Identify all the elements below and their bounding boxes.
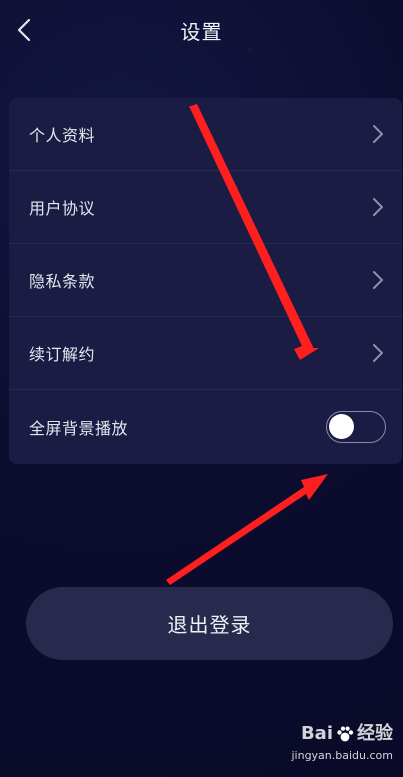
chevron-right-icon xyxy=(373,198,383,216)
settings-item-label: 隐私条款 xyxy=(29,272,96,291)
watermark-url: jingyan.baidu.com xyxy=(291,749,393,762)
settings-item-label: 用户协议 xyxy=(29,199,96,218)
watermark-brand-left: Bai xyxy=(300,723,333,744)
settings-item-label: 个人资料 xyxy=(29,126,96,145)
settings-item-user-agreement[interactable]: 用户协议 xyxy=(9,171,402,244)
paw-icon xyxy=(337,726,354,742)
fullscreen-background-play-toggle[interactable] xyxy=(326,410,386,443)
toggle-knob xyxy=(329,413,354,439)
settings-list: 个人资料 用户协议 隐私条款 续订解约 全屏背景播放 xyxy=(9,98,402,464)
settings-item-subscription-cancel[interactable]: 续订解约 xyxy=(9,317,402,390)
page-title: 设置 xyxy=(180,20,223,44)
watermark: Bai 经验 jingyan.baidu.com xyxy=(273,723,393,769)
settings-item-label: 续订解约 xyxy=(29,345,96,364)
header-bar: 设置 xyxy=(0,0,403,60)
settings-item-fullscreen-background-play: 全屏背景播放 xyxy=(9,390,402,463)
chevron-right-icon xyxy=(373,125,383,143)
settings-item-label: 全屏背景播放 xyxy=(29,418,129,438)
settings-item-privacy-policy[interactable]: 隐私条款 xyxy=(9,244,402,317)
watermark-brand: Bai 经验 xyxy=(273,723,393,745)
watermark-brand-right: 经验 xyxy=(357,723,393,744)
logout-button[interactable]: 退出登录 xyxy=(26,587,393,660)
chevron-right-icon xyxy=(373,344,383,362)
settings-item-profile[interactable]: 个人资料 xyxy=(9,98,402,171)
chevron-right-icon xyxy=(373,271,383,289)
red-arrow-icon xyxy=(166,474,328,585)
